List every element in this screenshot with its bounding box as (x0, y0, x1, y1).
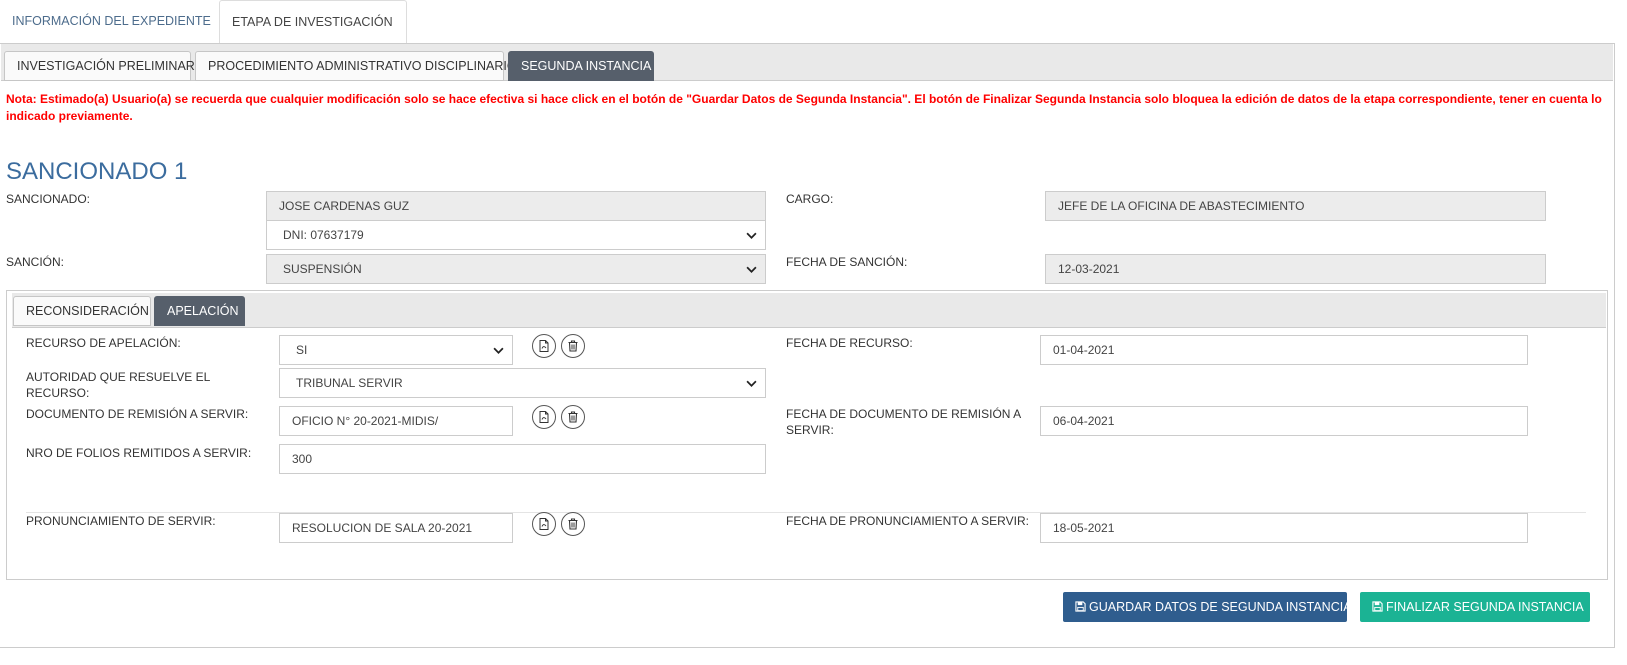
tab-procedimiento-administrativo[interactable]: PROCEDIMIENTO ADMINISTRATIVO DISCIPLINAR… (195, 51, 517, 81)
file-pdf-icon (539, 411, 549, 423)
autoridad-label: AUTORIDAD QUE RESUELVE EL RECURSO: (26, 370, 210, 400)
dni-select-value: DNI: 07637179 (283, 228, 364, 242)
fecha-doc-remision-label: FECHA DE DOCUMENTO DE REMISIÓN A SERVIR: (786, 407, 1021, 437)
dni-select[interactable]: DNI: 07637179 (266, 220, 766, 250)
chevron-down-icon (493, 347, 504, 354)
tab-apelacion[interactable]: APELACIÓN (154, 296, 245, 326)
save-icon (1372, 601, 1383, 612)
file-pdf-icon (539, 518, 549, 530)
guardar-button-label: GUARDAR DATOS DE SEGUNDA INSTANCIA (1089, 600, 1352, 614)
recurso-pdf-button[interactable] (532, 334, 556, 358)
warning-note: Nota: Estimado(a) Usuario(a) se recuerda… (6, 92, 1602, 123)
trash-icon (568, 340, 578, 352)
finalizar-button-label: FINALIZAR SEGUNDA INSTANCIA (1386, 600, 1584, 614)
doc-remision-pdf-button[interactable] (532, 405, 556, 429)
tab-investigacion-preliminar[interactable]: INVESTIGACIÓN PRELIMINAR (4, 51, 195, 81)
doc-remision-field[interactable]: OFICIO N° 20-2021-MIDIS/ (279, 406, 513, 436)
sancion-label: SANCIÓN: (6, 255, 65, 269)
pronunciamiento-field[interactable]: RESOLUCION DE SALA 20-2021 (279, 513, 513, 543)
tab-reconsideracion[interactable]: RECONSIDERACIÓN (13, 296, 151, 326)
tab-etapa-investigacion[interactable]: ETAPA DE INVESTIGACIÓN (219, 0, 407, 44)
finalizar-segunda-instancia-button[interactable]: FINALIZAR SEGUNDA INSTANCIA (1360, 592, 1590, 622)
sancionado-label: SANCIONADO: (6, 192, 91, 206)
recurso-apelacion-label: RECURSO DE APELACIÓN: (26, 336, 181, 350)
nro-folios-field[interactable]: 300 (279, 444, 766, 474)
pronunciamiento-label: PRONUNCIAMIENTO DE SERVIR: (26, 514, 216, 528)
save-icon (1075, 601, 1086, 612)
recurso-apelacion-value: SI (296, 343, 308, 357)
cargo-label: CARGO: (786, 192, 834, 206)
pronunciamiento-pdf-button[interactable] (532, 512, 556, 536)
chevron-down-icon (746, 232, 757, 239)
pronunciamiento-delete-button[interactable] (561, 512, 585, 536)
fecha-sancion-label: FECHA DE SANCIÓN: (786, 255, 908, 269)
autoridad-select-value: TRIBUNAL SERVIR (296, 376, 403, 390)
section-title: SANCIONADO 1 (6, 158, 188, 185)
tab-informacion-expediente[interactable]: INFORMACIÓN DEL EXPEDIENTE (0, 0, 223, 44)
nro-folios-label: NRO DE FOLIOS REMITIDOS A SERVIR: (26, 446, 252, 460)
file-pdf-icon (539, 340, 549, 352)
fecha-pronunciamiento-label: FECHA DE PRONUNCIAMIENTO A SERVIR: (786, 514, 1029, 528)
trash-icon (568, 518, 578, 530)
doc-remision-label: DOCUMENTO DE REMISIÓN A SERVIR: (26, 407, 249, 421)
sancion-select[interactable]: SUSPENSIÓN (266, 254, 766, 284)
top-tab-bar: INFORMACIÓN DEL EXPEDIENTE ETAPA DE INVE… (0, 0, 1627, 44)
fecha-recurso-field[interactable]: 01-04-2021 (1040, 335, 1528, 365)
trash-icon (568, 411, 578, 423)
inner-tab-bar (12, 293, 1606, 328)
fecha-pronunciamiento-field[interactable]: 18-05-2021 (1040, 513, 1528, 543)
sancion-select-value: SUSPENSIÓN (283, 262, 362, 276)
chevron-down-icon (746, 380, 757, 387)
fecha-sancion-field[interactable]: 12-03-2021 (1045, 254, 1546, 284)
autoridad-select[interactable]: TRIBUNAL SERVIR (279, 368, 766, 398)
sancionado-name-field[interactable]: JOSE CARDENAS GUZ (266, 191, 766, 221)
chevron-down-icon (746, 266, 757, 273)
recurso-delete-button[interactable] (561, 334, 585, 358)
fecha-recurso-label: FECHA DE RECURSO: (786, 336, 913, 350)
guardar-segunda-instancia-button[interactable]: GUARDAR DATOS DE SEGUNDA INSTANCIA (1063, 592, 1352, 622)
fecha-doc-remision-field[interactable]: 06-04-2021 (1040, 406, 1528, 436)
tab-segunda-instancia[interactable]: SEGUNDA INSTANCIA (508, 51, 654, 81)
doc-remision-delete-button[interactable] (561, 405, 585, 429)
cargo-field[interactable]: JEFE DE LA OFICINA DE ABASTECIMIENTO (1045, 191, 1546, 221)
recurso-apelacion-select[interactable]: SI (279, 335, 513, 365)
